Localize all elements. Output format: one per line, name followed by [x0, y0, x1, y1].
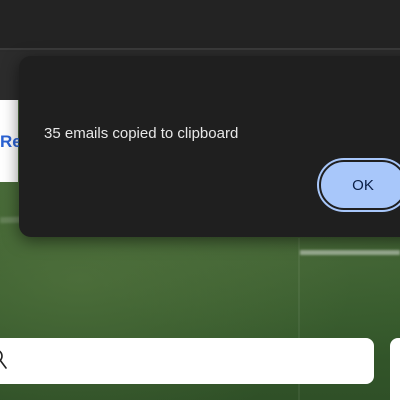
alert-dialog: 35 emails copied to clipboard OK [19, 56, 400, 237]
side-card [390, 338, 400, 400]
search-box[interactable] [0, 338, 374, 384]
search-icon [0, 350, 12, 372]
ok-button[interactable]: OK [319, 160, 400, 210]
field-line-decoration-2 [300, 250, 400, 255]
dialog-message: 35 emails copied to clipboard [44, 125, 239, 142]
browser-top-strip [0, 0, 400, 50]
